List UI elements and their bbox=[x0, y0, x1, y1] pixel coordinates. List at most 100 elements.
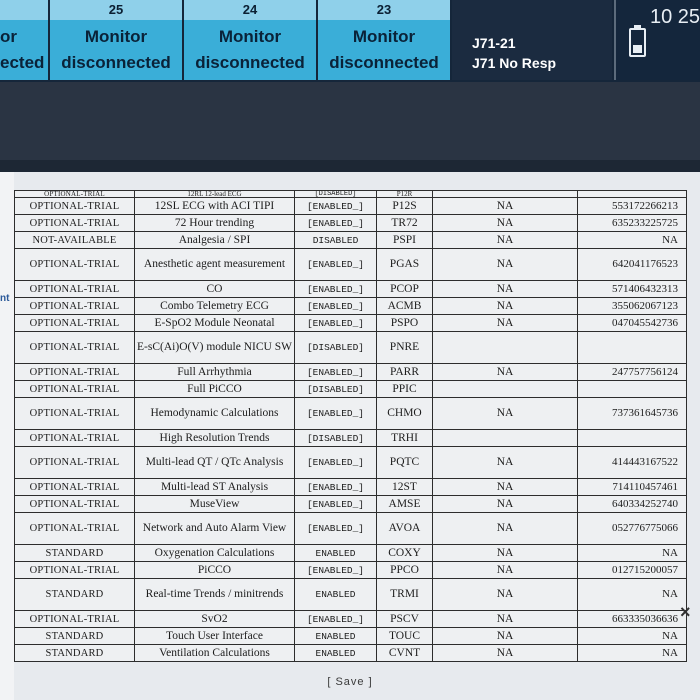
feature-cell: 12SL ECG with ACI TIPI bbox=[134, 197, 295, 215]
feature-cell: MuseView bbox=[134, 495, 295, 513]
table-row[interactable]: STANDARD Ventilation Calculations ENABLED C… bbox=[14, 644, 687, 662]
bed-tile-partial[interactable]: or ected bbox=[0, 0, 50, 80]
license-cell: 737361645736 bbox=[577, 397, 687, 430]
table-row[interactable]: OPTIONAL-TRIAL E-SpO2 Module Neonatal [ENA… bbox=[14, 314, 687, 332]
table-row[interactable]: STANDARD Touch User Interface ENABLED TOUC N… bbox=[14, 627, 687, 645]
feature-cell: Touch User Interface bbox=[134, 627, 295, 645]
license-cell: 355062067123 bbox=[577, 297, 687, 315]
license-cell: 414443167522 bbox=[577, 446, 687, 479]
value-cell: NA bbox=[432, 644, 578, 662]
code-cell: PSPO bbox=[376, 314, 433, 332]
bed-tile-25[interactable]: 25 Monitor disconnected bbox=[50, 0, 184, 80]
license-cell bbox=[577, 380, 687, 398]
state-cell: ENABLED bbox=[294, 644, 377, 662]
feature-cell: Full Arrhythmia bbox=[134, 363, 295, 381]
state-cell: [ENABLED_] bbox=[294, 561, 377, 579]
license-cell: NA bbox=[577, 578, 687, 611]
table-row[interactable]: STANDARD Oxygenation Calculations ENABLED C… bbox=[14, 544, 687, 562]
status-cell: OPTIONAL-TRIAL bbox=[14, 314, 135, 332]
table-row[interactable]: STANDARD Real-time Trends / minitrends ENA… bbox=[14, 578, 687, 611]
feature-cell: Multi-lead ST Analysis bbox=[134, 478, 295, 496]
status-cell: OPTIONAL-TRIAL bbox=[14, 363, 135, 381]
license-cell: 052776775066 bbox=[577, 512, 687, 545]
license-cell: 635233225725 bbox=[577, 214, 687, 232]
value-cell: NA bbox=[432, 248, 578, 281]
bed-number: 24 bbox=[184, 0, 316, 20]
table-row[interactable]: OPTIONAL-TRIAL PiCCO [ENABLED_] PPCO NA 01271… bbox=[14, 561, 687, 579]
top-bar: or ected 25 Monitor disconnected 24 Moni… bbox=[0, 0, 700, 82]
left-strip bbox=[0, 172, 14, 700]
code-cell: PSPI bbox=[376, 231, 433, 249]
status-cell: STANDARD bbox=[14, 578, 135, 611]
value-cell: NA bbox=[432, 478, 578, 496]
alarm-panel[interactable]: J71-21 J71 No Resp bbox=[452, 0, 612, 80]
state-cell: [DISABLED] bbox=[294, 331, 377, 364]
table-row[interactable]: OPTIONAL-TRIAL Full PiCCO [DISABLED] PPIC bbox=[14, 380, 687, 398]
save-button[interactable]: [ Save ] bbox=[300, 676, 400, 694]
feature-cell: 72 Hour trending bbox=[134, 214, 295, 232]
value-cell: NA bbox=[432, 561, 578, 579]
bed-number: 23 bbox=[318, 0, 450, 20]
code-cell: CVNT bbox=[376, 644, 433, 662]
feature-cell: Hemodynamic Calculations bbox=[134, 397, 295, 430]
license-cell bbox=[577, 190, 687, 198]
code-cell: CHMO bbox=[376, 397, 433, 430]
table-row[interactable]: OPTIONAL-TRIAL 12SL ECG with ACI TIPI [ENA… bbox=[14, 197, 687, 215]
status-cell: STANDARD bbox=[14, 544, 135, 562]
left-edge-label: nt bbox=[0, 293, 10, 304]
table-row[interactable]: OPTIONAL-TRIAL E-sC(Ai)O(V) module NICU S… bbox=[14, 331, 687, 364]
table-row[interactable]: OPTIONAL-TRIAL CO [ENABLED_] PCOP NA 57140643… bbox=[14, 280, 687, 298]
bed-tile-23[interactable]: 23 Monitor disconnected bbox=[318, 0, 452, 80]
table-row[interactable]: OPTIONAL-TRIAL 72 Hour trending [ENABLED_]… bbox=[14, 214, 687, 232]
value-cell: NA bbox=[432, 297, 578, 315]
status-cell: OPTIONAL-TRIAL bbox=[14, 331, 135, 364]
code-cell: PNRE bbox=[376, 331, 433, 364]
feature-cell: Full PiCCO bbox=[134, 380, 295, 398]
scroll-close-icon[interactable]: × bbox=[680, 602, 691, 623]
code-cell: P12S bbox=[376, 197, 433, 215]
tile-line-1: Monitor bbox=[84, 27, 148, 46]
license-cell: NA bbox=[577, 627, 687, 645]
table-row[interactable]: OPTIONAL-TRIAL Combo Telemetry ECG [ENABLE… bbox=[14, 297, 687, 315]
code-cell: TOUC bbox=[376, 627, 433, 645]
license-cell: 247757756124 bbox=[577, 363, 687, 381]
value-cell: NA bbox=[432, 314, 578, 332]
table-row[interactable]: NOT-AVAILABLE Analgesia / SPI DISABLED PSPI… bbox=[14, 231, 687, 249]
tile-line-2: disconnected bbox=[329, 53, 439, 72]
code-cell: AVOA bbox=[376, 512, 433, 545]
value-cell bbox=[432, 190, 578, 198]
table-row[interactable]: OPTIONAL-TRIAL Hemodynamic Calculations [E… bbox=[14, 397, 687, 430]
status-cell: OPTIONAL-TRIAL bbox=[14, 610, 135, 628]
table-row-partial: OPTIONAL-TRIAL 12RL 12-lead ECG [DISABLE… bbox=[14, 190, 687, 198]
value-cell: NA bbox=[432, 512, 578, 545]
state-cell: [ENABLED_] bbox=[294, 280, 377, 298]
table-row[interactable]: OPTIONAL-TRIAL Anesthetic agent measureme… bbox=[14, 248, 687, 281]
state-cell: [ENABLED_] bbox=[294, 512, 377, 545]
state-cell: DISABLED bbox=[294, 231, 377, 249]
feature-cell: E-SpO2 Module Neonatal bbox=[134, 314, 295, 332]
value-cell: NA bbox=[432, 544, 578, 562]
table-row[interactable]: OPTIONAL-TRIAL MuseView [ENABLED_] AMSE NA 64… bbox=[14, 495, 687, 513]
license-cell: 047045542736 bbox=[577, 314, 687, 332]
value-cell: NA bbox=[432, 627, 578, 645]
status-panel: 10 25 bbox=[614, 0, 700, 80]
alarm-message: J71 No Resp bbox=[472, 55, 557, 71]
state-cell: [ENABLED_] bbox=[294, 314, 377, 332]
table-row[interactable]: OPTIONAL-TRIAL High Resolution Trends [DIS… bbox=[14, 429, 687, 447]
table-row[interactable]: OPTIONAL-TRIAL Network and Auto Alarm Vie… bbox=[14, 512, 687, 545]
bed-tile-24[interactable]: 24 Monitor disconnected bbox=[184, 0, 318, 80]
table-row[interactable]: OPTIONAL-TRIAL Multi-lead ST Analysis [ENA… bbox=[14, 478, 687, 496]
code-cell: PARR bbox=[376, 363, 433, 381]
table-row[interactable]: OPTIONAL-TRIAL Full Arrhythmia [ENABLED_] P… bbox=[14, 363, 687, 381]
value-cell: NA bbox=[432, 197, 578, 215]
license-cell: NA bbox=[577, 644, 687, 662]
status-cell: OPTIONAL-TRIAL bbox=[14, 512, 135, 545]
feature-cell: Combo Telemetry ECG bbox=[134, 297, 295, 315]
license-cell: 642041176523 bbox=[577, 248, 687, 281]
status-cell: OPTIONAL-TRIAL bbox=[14, 397, 135, 430]
feature-cell: Network and Auto Alarm View bbox=[134, 512, 295, 545]
table-row[interactable]: OPTIONAL-TRIAL Multi-lead QT / QTc Analys… bbox=[14, 446, 687, 479]
table-row[interactable]: OPTIONAL-TRIAL SvO2 [ENABLED_] PSCV NA 663335… bbox=[14, 610, 687, 628]
license-cell: 714110457461 bbox=[577, 478, 687, 496]
state-cell: [ENABLED_] bbox=[294, 363, 377, 381]
